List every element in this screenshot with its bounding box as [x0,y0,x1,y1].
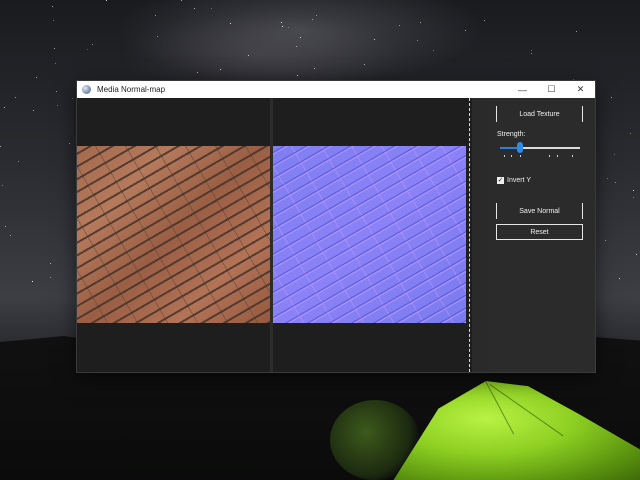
star [633,190,634,191]
star [248,55,249,56]
star [297,75,298,76]
window-title: Media Normal-map [97,85,166,94]
star [92,44,93,45]
star [420,22,421,23]
source-texture-image [77,146,270,323]
star [69,143,70,144]
star [15,97,16,98]
star [611,97,612,98]
invert-y-label: Invert Y [507,177,531,184]
star [2,185,3,186]
star [50,263,51,264]
star [54,48,55,49]
minimize-button[interactable]: — [508,81,537,98]
dashed-separator [469,98,470,372]
star [531,50,532,51]
normal-map-image [273,146,466,323]
star [5,226,6,227]
star [50,277,51,278]
star [433,50,434,51]
slider-tick [572,155,573,157]
star [417,40,418,41]
star [230,23,231,24]
star [53,20,54,21]
star [32,281,33,282]
star [312,19,313,20]
normal-pane [273,98,466,372]
star [4,107,5,108]
source-pane [77,98,270,372]
star [281,22,282,23]
star [633,197,634,198]
star [576,31,577,32]
maximize-button[interactable]: ☐ [537,81,566,98]
star [18,161,19,162]
star [300,37,301,38]
star [0,146,1,147]
star [52,6,53,7]
title-bar[interactable]: Media Normal-map — ☐ ✕ [77,81,595,98]
sidebar: Load Texture Strength: ✓ Invert Y Save N… [489,98,595,372]
star [56,91,57,92]
app-window: Media Normal-map — ☐ ✕ Load Texture Stre… [77,81,595,372]
slider-tick [520,155,521,157]
reset-button[interactable]: Reset [496,224,583,240]
star [364,64,365,65]
invert-y-checkbox[interactable]: ✓ [497,177,504,184]
star [194,8,195,9]
star [57,105,58,106]
save-normal-button[interactable]: Save Normal [496,203,583,219]
star [316,15,317,16]
star [155,15,156,16]
star [314,68,315,69]
star [181,0,182,1]
star [36,77,37,78]
star [282,26,283,27]
star [573,79,574,80]
star [197,72,198,73]
scrollbar[interactable] [472,98,489,372]
checkmark-icon: ✓ [497,177,504,184]
star [615,182,616,183]
slider-tick [511,155,512,157]
star [531,53,532,54]
star [10,235,11,236]
slider-tick [504,155,505,157]
star [157,36,158,37]
star [87,49,88,50]
strength-slider-thumb[interactable] [517,142,523,153]
star [399,25,400,26]
slider-tick [557,155,558,157]
star [211,8,212,9]
strength-label: Strength: [497,131,526,138]
star [374,39,375,40]
star [619,278,620,279]
app-globe-icon [82,85,91,94]
star [636,254,637,255]
client-area: Load Texture Strength: ✓ Invert Y Save N… [77,98,595,372]
star [55,63,56,64]
close-button[interactable]: ✕ [566,81,595,98]
star [288,27,289,28]
load-texture-button[interactable]: Load Texture [496,106,583,122]
star [465,30,466,31]
star [72,98,73,99]
star [220,69,221,70]
star [33,110,34,111]
star [484,20,485,21]
star [296,46,297,47]
slider-tick [549,155,550,157]
strength-slider[interactable] [500,147,580,149]
star [614,154,615,155]
star [605,240,606,241]
star [607,178,608,179]
star [106,0,107,1]
star [630,133,631,134]
